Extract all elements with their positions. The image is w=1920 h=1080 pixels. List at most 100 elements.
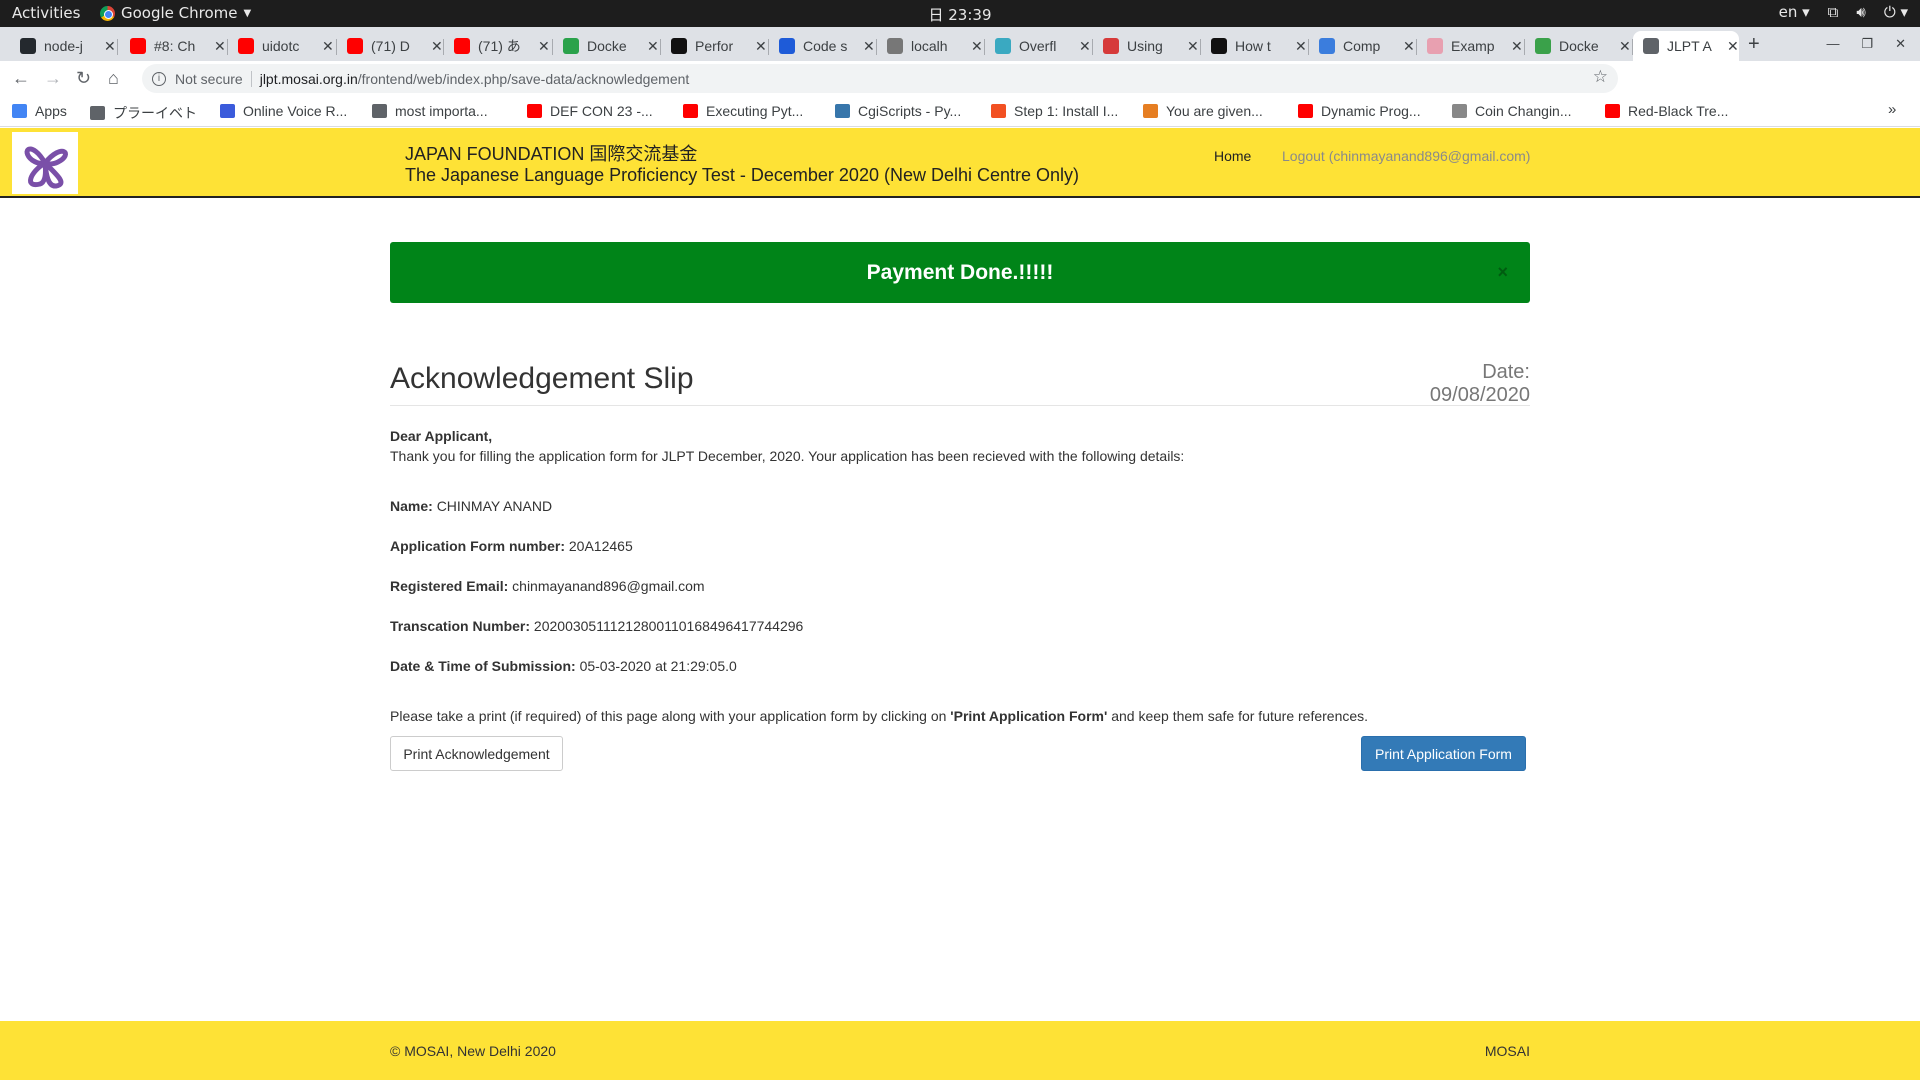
browser-tab[interactable]: Comp ✕ <box>1309 31 1417 61</box>
site-title: JAPAN FOUNDATION 国際交流基金 The Japanese Lan… <box>405 144 1079 186</box>
bookmark-item[interactable]: プラーイベト <box>90 103 197 123</box>
bookmark-favicon-icon <box>527 104 542 118</box>
browser-tab[interactable]: localh ✕ <box>877 31 985 61</box>
tab-label: How t <box>1235 38 1271 54</box>
tab-favicon-icon <box>995 38 1011 54</box>
home-icon[interactable]: ⌂ <box>108 68 119 89</box>
bookmark-item[interactable]: most importa... <box>372 103 488 119</box>
bookmark-item[interactable]: Apps <box>12 103 67 119</box>
bookmark-item[interactable]: Red-Black Tre... <box>1605 103 1728 119</box>
bookmark-item[interactable]: CgiScripts - Py... <box>835 103 961 119</box>
bookmark-item[interactable]: Dynamic Prog... <box>1298 103 1421 119</box>
back-icon[interactable]: ← <box>12 68 30 89</box>
volume-icon[interactable]: 🔊︎ <box>1856 3 1865 21</box>
tab-close-icon[interactable]: ✕ <box>971 38 983 55</box>
bookmark-item[interactable]: Step 1: Install I... <box>991 103 1118 119</box>
minimize-icon[interactable]: — <box>1826 36 1839 52</box>
alert-message: Payment Done.!!!!! <box>866 261 1054 284</box>
tab-favicon-icon <box>1319 38 1335 54</box>
system-tray[interactable]: en ▾ ⧉ 🔊︎ ⏻ ▾ <box>1779 3 1908 21</box>
bookmark-label: プラーイベト <box>113 105 197 121</box>
browser-tab[interactable]: node-j ✕ <box>10 31 118 61</box>
tab-close-icon[interactable]: ✕ <box>322 38 334 55</box>
forward-icon[interactable]: → <box>44 68 62 89</box>
bookmark-favicon-icon <box>1605 104 1620 118</box>
detail-row: Registered Email: chinmayanand896@gmail.… <box>390 578 705 594</box>
tab-close-icon[interactable]: ✕ <box>104 38 116 55</box>
bookmark-label: CgiScripts - Py... <box>858 103 962 119</box>
browser-tab[interactable]: (71) あ ✕ <box>444 31 553 61</box>
network-icon[interactable]: ⧉ <box>1828 3 1839 21</box>
tab-close-icon[interactable]: ✕ <box>1295 38 1307 55</box>
bookmark-item[interactable]: You are given... <box>1143 103 1263 119</box>
tab-close-icon[interactable]: ✕ <box>538 38 550 55</box>
tab-favicon-icon <box>779 38 795 54</box>
bookmarks-overflow-icon[interactable]: » <box>1888 101 1896 118</box>
folder-icon <box>90 106 105 120</box>
clock[interactable]: 日 23:39 <box>0 4 1920 25</box>
tab-close-icon[interactable]: ✕ <box>863 38 875 55</box>
bookmark-label: Step 1: Install I... <box>1014 103 1119 119</box>
tab-close-icon[interactable]: ✕ <box>1619 38 1631 55</box>
detail-value: chinmayanand896@gmail.com <box>512 578 705 594</box>
detail-value: 202003051112128001101684964177442​96 <box>533 618 804 634</box>
tab-close-icon[interactable]: ✕ <box>214 38 226 55</box>
tab-favicon-icon <box>1643 38 1659 54</box>
bookmark-favicon-icon <box>1452 104 1467 118</box>
print-acknowledgement-button[interactable]: Print Acknowledgement <box>390 736 563 771</box>
tab-close-icon[interactable]: ✕ <box>755 38 767 55</box>
browser-tab[interactable]: Code s ✕ <box>769 31 877 61</box>
bookmark-favicon-icon <box>991 104 1006 118</box>
tab-close-icon[interactable]: ✕ <box>1727 38 1739 55</box>
tab-label: Perfor <box>695 38 734 54</box>
browser-tab[interactable]: How t ✕ <box>1201 31 1309 61</box>
browser-tab[interactable]: JLPT A ✕ <box>1633 31 1739 61</box>
maximize-icon[interactable]: ❐ <box>1861 36 1873 52</box>
tab-label: (71) あ <box>478 38 521 54</box>
tab-label: Using <box>1127 38 1163 54</box>
browser-tab[interactable]: Docke ✕ <box>1525 31 1633 61</box>
tab-label: Code s <box>803 38 848 54</box>
browser-tab[interactable]: Perfor ✕ <box>661 31 769 61</box>
print-note-prefix: Please take a print (if required) of thi… <box>390 708 951 724</box>
address-bar[interactable]: i Not secure jlpt.mosai.org.in/frontend/… <box>142 64 1618 93</box>
language-indicator[interactable]: en ▾ <box>1779 3 1810 21</box>
greeting: Dear Applicant, <box>390 428 493 444</box>
footer-brand[interactable]: MOSAI <box>1485 1043 1530 1059</box>
new-tab-button[interactable]: + <box>1748 33 1760 56</box>
print-application-form-button[interactable]: Print Application Form <box>1361 736 1526 771</box>
bookmark-favicon-icon <box>683 104 698 118</box>
bookmark-item[interactable]: Coin Changin... <box>1452 103 1572 119</box>
info-icon[interactable]: i <box>152 71 166 86</box>
language-label: en <box>1778 3 1798 21</box>
power-icon[interactable]: ⏻ ▾ <box>1884 3 1908 21</box>
reload-icon[interactable]: ↻ <box>76 68 91 89</box>
nav-logout-link[interactable]: Logout (chinmayanand896@gmail.com) <box>1282 148 1530 164</box>
browser-tab[interactable]: Examp ✕ <box>1417 31 1525 61</box>
browser-tab[interactable]: (71) D ✕ <box>337 31 444 61</box>
footer-copyright: © MOSAI, New Delhi 2020 <box>390 1043 556 1059</box>
tab-close-icon[interactable]: ✕ <box>1187 38 1199 55</box>
nav-home-link[interactable]: Home <box>1214 148 1251 164</box>
close-window-icon[interactable]: ✕ <box>1895 36 1906 52</box>
tab-close-icon[interactable]: ✕ <box>1079 38 1091 55</box>
bookmark-item[interactable]: Executing Pyt... <box>683 103 803 119</box>
bookmark-star-icon[interactable]: ☆ <box>1593 67 1608 87</box>
browser-tab[interactable]: #8: Ch ✕ <box>120 31 228 61</box>
browser-tab[interactable]: Docke ✕ <box>553 31 661 61</box>
browser-tab[interactable]: Overfl ✕ <box>985 31 1093 61</box>
detail-value: 20A12465 <box>568 538 633 554</box>
tab-close-icon[interactable]: ✕ <box>1511 38 1523 55</box>
url-host: jlpt.mosai.org.in <box>259 70 358 87</box>
browser-tab[interactable]: uidotc ✕ <box>228 31 337 61</box>
tab-close-icon[interactable]: ✕ <box>431 38 443 55</box>
japan-foundation-logo[interactable] <box>12 132 78 194</box>
security-label[interactable]: Not secure <box>175 71 243 87</box>
bookmark-item[interactable]: Online Voice R... <box>220 103 347 119</box>
close-icon[interactable]: × <box>1497 242 1508 303</box>
tab-close-icon[interactable]: ✕ <box>647 38 659 55</box>
browser-tab[interactable]: Using ✕ <box>1093 31 1201 61</box>
bookmark-item[interactable]: DEF CON 23 -... <box>527 103 653 119</box>
tab-close-icon[interactable]: ✕ <box>1403 38 1415 55</box>
tab-favicon-icon <box>1535 38 1551 54</box>
